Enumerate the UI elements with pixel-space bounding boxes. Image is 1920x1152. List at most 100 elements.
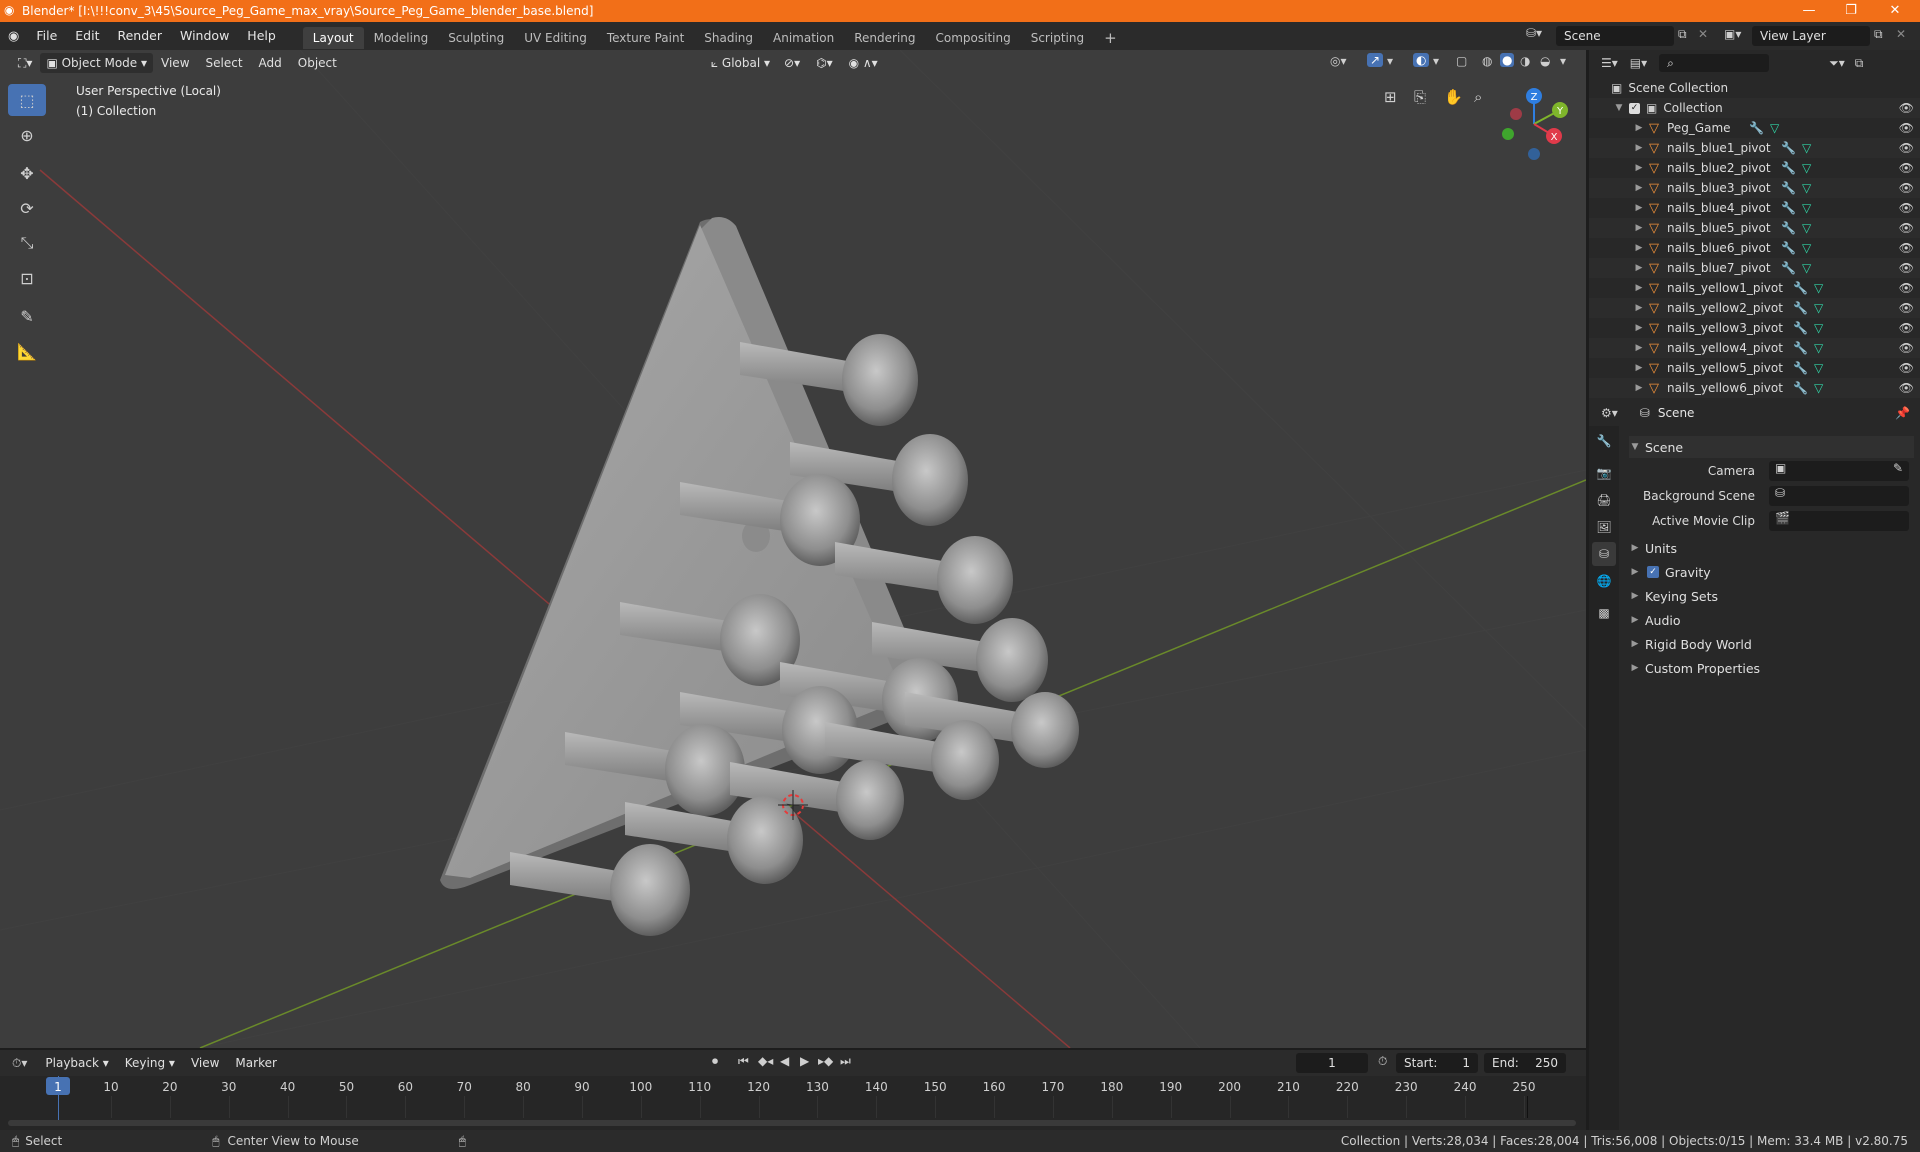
close-button[interactable]: ✕ (1872, 0, 1918, 22)
scene-tab-icon[interactable]: ⛁ (1592, 542, 1616, 566)
expand-triangle-icon[interactable]: ▶ (1633, 303, 1645, 313)
rigid-body-world-panel[interactable]: ▶ Rigid Body World (1629, 633, 1914, 655)
tab-animation[interactable]: Animation (763, 27, 844, 49)
render-tab-icon[interactable]: 📷 (1592, 461, 1616, 485)
expand-triangle-icon[interactable]: ▶ (1633, 163, 1645, 173)
proportional-edit-icon[interactable]: ◉ ∧▾ (841, 52, 886, 74)
visibility-eye-icon[interactable]: 👁 (1899, 201, 1914, 215)
mesh-data-icon[interactable]: ▽ (1802, 221, 1811, 235)
new-view-layer-icon[interactable]: ⧉ (1874, 27, 1883, 42)
cursor-tool[interactable]: ⊕ (8, 119, 46, 151)
outliner-item[interactable]: ▶ ▽ Peg_Game 🔧 ▽ 👁 (1589, 118, 1920, 138)
outliner-item[interactable]: ▶ ▽ nails_blue6_pivot 🔧 ▽ 👁 (1589, 238, 1920, 258)
visibility-eye-icon[interactable]: 👁 (1899, 181, 1914, 195)
background-scene-field[interactable]: ⛁ (1769, 486, 1909, 506)
tab-compositing[interactable]: Compositing (926, 27, 1021, 49)
units-panel[interactable]: ▶ Units (1629, 537, 1914, 559)
tab-layout[interactable]: Layout (302, 26, 364, 49)
material-shading-icon[interactable]: ◑ (1520, 54, 1530, 68)
menu-keying[interactable]: Keying ▾ (117, 1052, 183, 1074)
outliner-item[interactable]: ▶ ▽ nails_yellow4_pivot 🔧 ▽ 👁 (1589, 338, 1920, 358)
modifier-wrench-icon[interactable]: 🔧 (1793, 361, 1808, 375)
overlay-toggle-icon[interactable]: ◐ (1413, 53, 1430, 67)
world-tab-icon[interactable]: 🌐 (1592, 569, 1616, 593)
outliner-item[interactable]: ▶ ▽ nails_yellow2_pivot 🔧 ▽ 👁 (1589, 298, 1920, 318)
eyedropper-icon[interactable]: ✎ (1893, 461, 1903, 475)
expand-triangle-icon[interactable]: ▶ (1633, 383, 1645, 393)
mesh-data-icon[interactable]: ▽ (1802, 201, 1811, 215)
viewport-scene[interactable] (0, 50, 1586, 1048)
outliner-item[interactable]: ▶ ▽ nails_blue4_pivot 🔧 ▽ 👁 (1589, 198, 1920, 218)
mesh-data-icon[interactable]: ▽ (1802, 181, 1811, 195)
visibility-eye-icon[interactable]: 👁 (1899, 301, 1914, 315)
visibility-eye-icon[interactable]: 👁 (1899, 121, 1914, 135)
texture-tab-icon[interactable]: ▩ (1592, 601, 1616, 625)
outliner-item[interactable]: ▶ ▽ nails_blue7_pivot 🔧 ▽ 👁 (1589, 258, 1920, 278)
expand-triangle-icon[interactable]: ▶ (1633, 203, 1645, 213)
mesh-data-icon[interactable]: ▽ (1814, 341, 1823, 355)
jump-start-icon[interactable]: ⏮ (738, 1054, 749, 1069)
modifier-wrench-icon[interactable]: 🔧 (1781, 161, 1796, 175)
rotate-tool[interactable]: ⟳ (8, 192, 46, 224)
transform-tool[interactable]: ⊡ (8, 262, 46, 294)
jump-end-icon[interactable]: ⏭ (840, 1054, 851, 1069)
menu-view[interactable]: View (153, 52, 197, 74)
tab-sculpting[interactable]: Sculpting (438, 27, 514, 49)
collapse-triangle-icon[interactable]: ▼ (1613, 103, 1625, 113)
3d-viewport[interactable]: ⛶▾ ▣ Object Mode ▾ View Select Add Objec… (0, 50, 1586, 1048)
editor-type-icon[interactable]: ⛶▾ (10, 52, 40, 74)
measure-tool[interactable]: 📐 (8, 335, 46, 367)
menu-select[interactable]: Select (198, 52, 251, 74)
rendered-shading-icon[interactable]: ◒ (1540, 54, 1550, 68)
pivot-icon[interactable]: ⊘▾ (776, 52, 808, 74)
scale-tool[interactable]: ⤡ (8, 227, 46, 259)
movie-clip-field[interactable]: 🎬 (1769, 511, 1909, 531)
properties-editor-icon[interactable]: ⚙▾ (1601, 406, 1618, 420)
outliner-item[interactable]: ▶ ▽ nails_yellow5_pivot 🔧 ▽ 👁 (1589, 358, 1920, 378)
view-layer-icon[interactable]: ▣▾ (1724, 27, 1741, 41)
add-workspace-button[interactable]: + (1094, 27, 1127, 49)
tab-modeling[interactable]: Modeling (364, 27, 439, 49)
tab-shading[interactable]: Shading (694, 27, 763, 49)
outliner-search-input[interactable]: ⌕ (1659, 54, 1770, 72)
remove-view-layer-icon[interactable]: ✕ (1896, 27, 1906, 41)
mesh-data-icon[interactable]: ▽ (1802, 141, 1811, 155)
tab-rendering[interactable]: Rendering (844, 27, 925, 49)
outliner-item[interactable]: ▶ ▽ nails_blue1_pivot 🔧 ▽ 👁 (1589, 138, 1920, 158)
blender-menu-icon[interactable]: ◉ (8, 29, 19, 44)
expand-triangle-icon[interactable]: ▶ (1633, 183, 1645, 193)
grid-view-icon[interactable]: ⊞ (1384, 88, 1397, 106)
collection-row[interactable]: ▼ ✓ ▣ Collection 👁 (1589, 98, 1920, 118)
visibility-eye-icon[interactable]: 👁 (1899, 261, 1914, 275)
modifier-wrench-icon[interactable]: 🔧 (1793, 381, 1808, 395)
outliner-item[interactable]: ▶ ▽ nails_yellow6_pivot 🔧 ▽ 👁 (1589, 378, 1920, 398)
modifier-wrench-icon[interactable]: 🔧 (1793, 281, 1808, 295)
outliner-item[interactable]: ▶ ▽ nails_yellow1_pivot 🔧 ▽ 👁 (1589, 278, 1920, 298)
view-layer-field[interactable]: View Layer (1752, 26, 1870, 46)
play-icon[interactable]: ▶ (800, 1054, 809, 1068)
snap-icon[interactable]: ⌬▾ (808, 52, 841, 74)
mesh-data-icon[interactable]: ▽ (1802, 241, 1811, 255)
modifier-wrench-icon[interactable]: 🔧 (1793, 321, 1808, 335)
modifier-wrench-icon[interactable]: 🔧 (1781, 201, 1796, 215)
expand-triangle-icon[interactable]: ▶ (1633, 323, 1645, 333)
end-frame-field[interactable]: End: 250 (1484, 1053, 1566, 1073)
menu-marker[interactable]: Marker (227, 1052, 284, 1074)
select-box-tool[interactable]: ⬚ (8, 84, 46, 116)
overlay-dropdown-icon[interactable]: ▾ (1433, 54, 1439, 68)
modifier-wrench-icon[interactable]: 🔧 (1781, 241, 1796, 255)
scene-icon[interactable]: ⛁▾ (1526, 26, 1542, 40)
mode-dropdown[interactable]: ▣ Object Mode ▾ (40, 53, 154, 73)
new-collection-icon[interactable]: ⧉ (1855, 56, 1864, 71)
tab-texture-paint[interactable]: Texture Paint (597, 27, 694, 49)
mesh-data-icon[interactable]: ▽ (1814, 361, 1823, 375)
navigation-gizmo[interactable]: Z Y X (1494, 84, 1574, 164)
pin-icon[interactable]: 📌 (1895, 406, 1910, 420)
shading-dropdown-icon[interactable]: ▾ (1560, 54, 1566, 68)
scene-field[interactable]: Scene (1556, 26, 1674, 46)
minimize-button[interactable]: — (1786, 0, 1832, 22)
mesh-data-icon[interactable]: ▽ (1814, 301, 1823, 315)
menu-render[interactable]: Render (108, 22, 171, 50)
wireframe-shading-icon[interactable]: ◍ (1482, 54, 1492, 68)
visibility-eye-icon[interactable]: 👁 (1899, 321, 1914, 335)
